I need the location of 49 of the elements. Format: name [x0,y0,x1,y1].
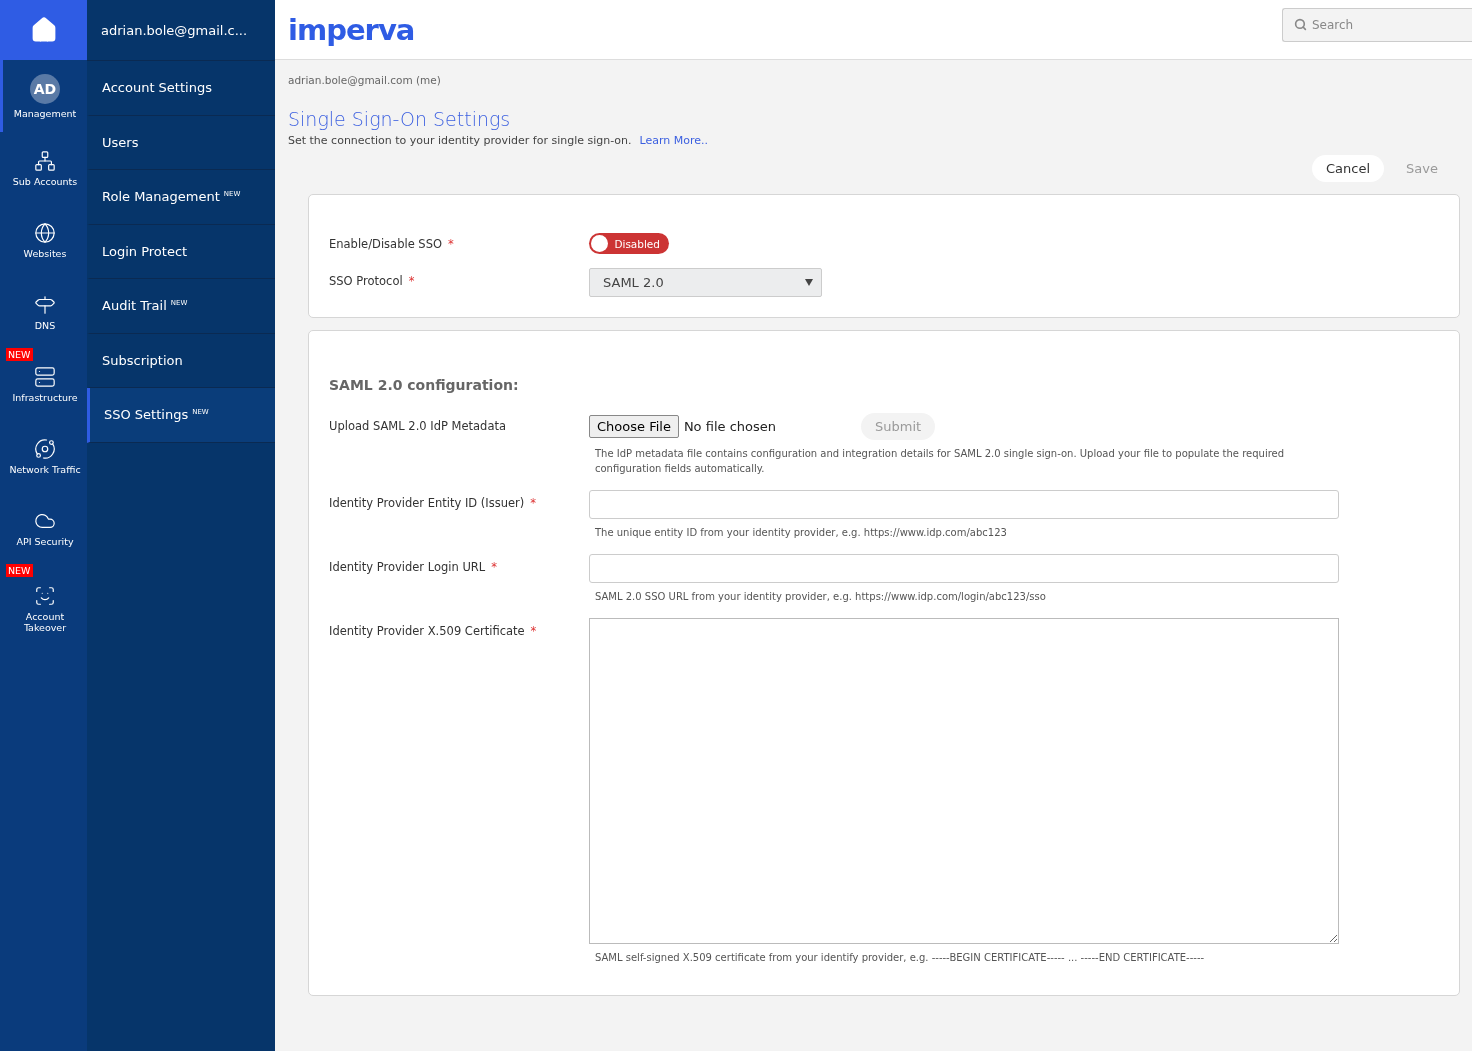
signpost-icon [34,293,56,316]
required-mark: * [530,495,537,510]
orbit-icon [34,437,56,460]
field-label: Identity Provider Login URL [329,559,486,574]
nav-item[interactable]: DNS [0,276,87,348]
search-field[interactable]: Search [1282,7,1472,42]
face-scan-icon [34,585,56,607]
field-label: Upload SAML 2.0 IdP Metadata [329,418,506,433]
server-icon [34,365,56,388]
input-field[interactable] [589,554,1339,583]
required-mark: * [448,236,454,251]
help-text: The IdP metadata file contains configuration and integration details for SAML 2.0 single sign-on. Upload your file to populate the required configuration fields automatically. [595,447,1286,476]
field-label: SSO Protocol [329,273,403,288]
breadcrumb: adrian.bole@gmail.com (me) [288,74,442,86]
page-description: Set the connection to your identity provider for single sign-on. Learn More.. [288,134,710,147]
help-text: SAML 2.0 SSO URL from your identity provider, e.g. https://www.idp.com/login/abc123/sso [595,590,1047,604]
new-badge: NEW [6,348,33,361]
page-title: Single Sign-On Settings [288,108,512,130]
required-mark: * [491,559,497,574]
learn-more-link[interactable]: Learn More.. [639,134,709,147]
choose-file-button[interactable]: Choose File [589,415,679,438]
help-text: SAML self-signed X.509 certificate from your identify provider, e.g. -----BEGIN CERTIFICATE----- ... -----END CERTIFICATE----- [595,951,1206,965]
home-button[interactable] [0,0,87,60]
certificate-field[interactable] [589,618,1339,944]
avatar: AD [30,73,60,104]
new-badge: NEW [6,564,33,577]
logo: imperva [288,12,415,47]
globe-icon [34,221,56,244]
required-mark: * [530,623,537,638]
help-text: The unique entity ID from your identity provider, e.g. https://www.idp.com/abc123 [595,526,1008,540]
field-label: Identity Provider Entity ID (Issuer) [329,495,525,510]
input-field[interactable] [589,490,1339,519]
cancel-button[interactable]: Cancel [1312,155,1385,182]
protocol-select[interactable]: SAML 2.0 [589,268,822,297]
sso-toggle[interactable]: Disabled [589,233,669,254]
nav-item[interactable]: Network Traffic [0,420,87,492]
field-label: Enable/Disable SSO [329,236,442,251]
caret-icon [805,279,813,286]
nav-item[interactable]: API Security [0,492,87,564]
nav-item[interactable]: NEW Infrastructure [0,348,87,420]
required-mark: * [408,273,415,288]
section-title: SAML 2.0 configuration: [329,377,520,393]
submenu-item[interactable]: SSO Settings $^{NEW}$ [87,388,275,443]
field-label: Identity Provider X.509 Certificate [329,623,525,638]
nav-item[interactable]: Sub Accounts [0,132,87,204]
nav-item[interactable]: Websites [0,204,87,276]
sitemap-icon [34,149,56,172]
file-status: No file chosen [683,419,776,434]
nav-item[interactable]: NEW Account Takeover [0,564,87,654]
